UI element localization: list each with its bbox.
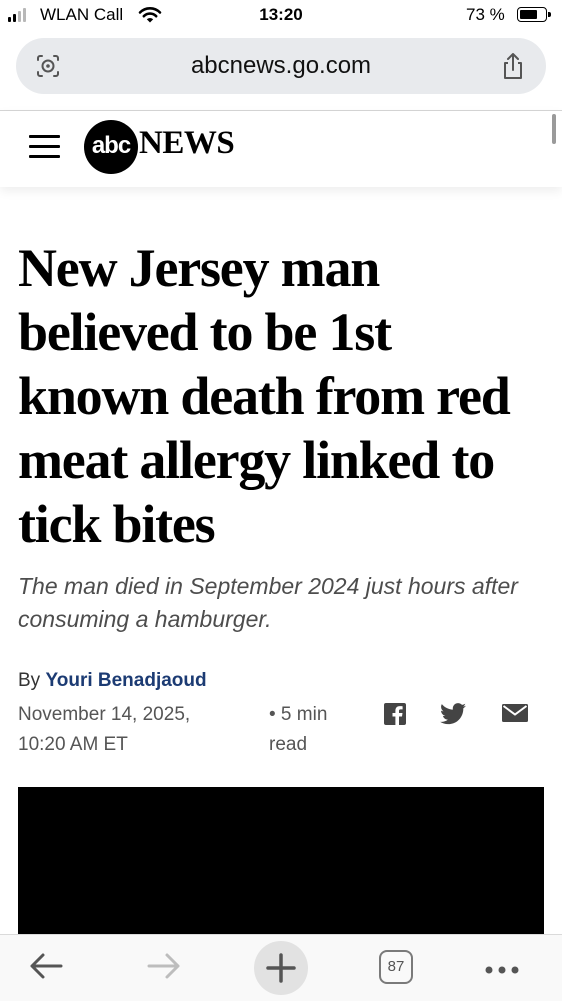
forward-arrow-icon[interactable]: [146, 951, 182, 986]
more-icon[interactable]: [484, 962, 520, 980]
abc-logo-circle[interactable]: abc: [84, 120, 138, 174]
battery-icon: [517, 7, 551, 22]
email-icon[interactable]: [502, 704, 528, 727]
scroll-indicator: [552, 114, 556, 144]
byline-prefix: By: [18, 670, 41, 691]
read-time: • 5 min read: [269, 704, 328, 755]
abc-news-logo-text[interactable]: NEWS: [139, 125, 235, 162]
article-headline: New Jersey man believed to be 1st known …: [18, 238, 511, 554]
article-media[interactable]: [18, 787, 544, 937]
publish-date: November 14, 2025, 10:20 AM ET: [18, 704, 191, 755]
browser-bottom-bar: 87: [0, 934, 562, 1001]
tabs-icon[interactable]: 87: [379, 950, 413, 984]
new-tab-plus-icon: [266, 953, 296, 983]
twitter-icon[interactable]: [440, 703, 466, 730]
article-subheadline: The man died in September 2024 just hour…: [18, 573, 518, 632]
back-arrow-icon[interactable]: [28, 951, 64, 986]
site-header: abc NEWS: [0, 111, 562, 187]
hamburger-menu-icon[interactable]: [29, 135, 60, 159]
address-bar[interactable]: abcnews.go.com: [16, 38, 546, 94]
share-icon[interactable]: [500, 51, 526, 86]
status-bar: WLAN Call 13:20 73 %: [0, 0, 562, 32]
battery-percent: 73 %: [466, 5, 505, 24]
author-link[interactable]: Youri Benadjaoud: [45, 670, 206, 691]
byline: By Youri Benadjaoud: [18, 670, 207, 692]
new-tab-button[interactable]: [254, 941, 308, 995]
url-text[interactable]: abcnews.go.com: [16, 52, 546, 80]
facebook-icon[interactable]: [384, 703, 406, 730]
